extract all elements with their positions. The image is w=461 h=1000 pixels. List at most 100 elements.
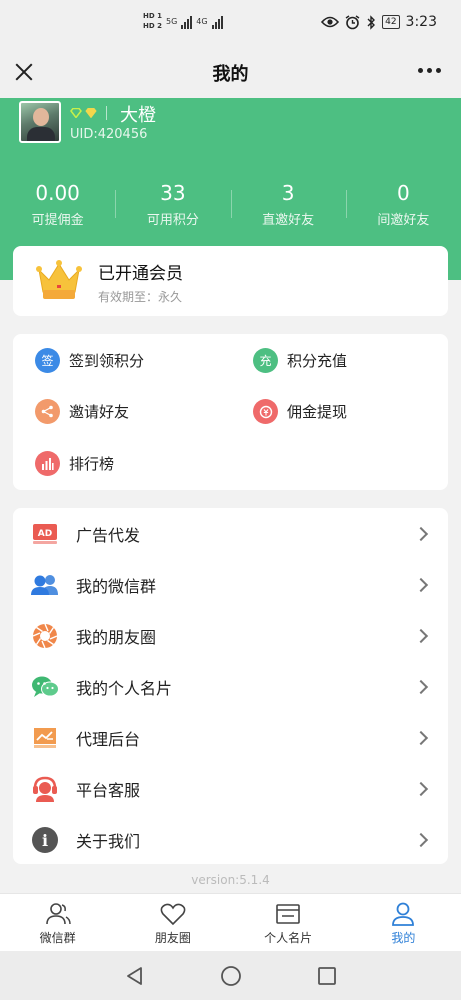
menu-label: 我的朋友圈 [76,627,157,647]
home-icon[interactable] [220,965,242,987]
chevron-right-icon [413,781,429,796]
group-tab-icon [45,903,71,925]
menu-item-moments[interactable]: 我的朋友圈 [13,610,448,661]
tab-label: 微信群 [39,931,76,945]
chevron-right-icon [413,730,429,745]
chevron-right-icon [413,577,429,592]
eye-icon [321,16,340,28]
feature-label: 邀请好友 [69,403,130,421]
version-label: version:5.1.4 [191,873,270,887]
tab-label: 我的 [391,931,416,945]
customer-service-icon [31,775,59,803]
title-bar: 我的 [0,48,461,98]
bluetooth-icon [367,14,376,30]
chevron-right-icon [413,526,429,541]
stat-label: 可用积分 [146,213,199,228]
signal-indicators: HD 1 HD 2 5G 4G [143,12,223,31]
agent-dashboard-icon [31,724,59,752]
diamond-icon [85,108,97,118]
chevron-right-icon [413,628,429,643]
wechat-card-icon [31,673,59,701]
tab-mine[interactable]: 我的 [346,894,461,951]
menu-label: 我的微信群 [76,576,157,596]
feature-label: 排行榜 [69,455,115,473]
feature-invite[interactable]: 邀请好友 [35,399,129,424]
feature-ranking[interactable]: 排行榜 [35,451,114,476]
network-type-2: 4G [196,17,208,26]
clock: 3:23 [405,14,437,30]
diamond-icon [70,108,82,118]
menu-label: 我的个人名片 [76,678,173,698]
stats-row: 0.00 可提佣金 33 可用积分 3 直邀好友 0 间邀好友 [0,180,461,228]
avatar[interactable] [19,101,61,143]
status-bar: HD 1 HD 2 5G 4G 42 3:23 [0,0,461,48]
stat-label: 直邀好友 [262,213,315,228]
feature-label: 签到领积分 [69,352,145,370]
chevron-right-icon [413,679,429,694]
moments-icon [31,622,59,650]
signal-icon [181,15,193,29]
ad-badge-text: AD [38,529,52,539]
status-right: 42 3:23 [321,14,437,30]
stat-indirect-invites[interactable]: 0 间邀好友 [345,180,461,228]
heart-tab-icon [160,903,186,926]
divider [106,106,107,120]
menu-item-agent-dashboard[interactable]: 代理后台 [13,712,448,763]
tab-bar: 微信群 朋友圈 个人名片 我的 [0,893,461,951]
stat-value: 3 [281,181,295,205]
menu-item-customer-service[interactable]: 平台客服 [13,763,448,814]
tab-wechat-groups[interactable]: 微信群 [0,894,115,951]
nickname: 大橙 [120,105,156,126]
ranking-icon [35,451,60,476]
menu-item-wechat-groups[interactable]: 我的微信群 [13,559,448,610]
withdraw-icon [253,399,278,424]
page-title: 我的 [212,64,249,85]
hd-label-1: HD 1 [143,12,162,20]
stat-direct-invites[interactable]: 3 直邀好友 [230,180,346,228]
stat-value: 0.00 [35,181,80,205]
vip-expiry: 有效期至：永久 [98,290,183,304]
sign-in-icon: 签 [35,348,60,373]
card-tab-icon [276,904,300,924]
stat-points[interactable]: 33 可用积分 [115,180,230,228]
member-badges [70,106,107,120]
ad-icon: AD [31,520,59,548]
hd-labels: HD 1 HD 2 [143,12,162,31]
feature-label: 佣金提现 [287,403,348,421]
battery-icon: 42 [382,15,400,29]
feature-withdraw[interactable]: 佣金提现 [253,399,347,424]
system-nav-bar [0,951,461,1000]
stat-value: 33 [160,181,186,205]
feature-grid: 签 签到领积分 充 积分充值 邀请好友 佣金提现 排行榜 [13,334,448,490]
chevron-right-icon [413,832,429,847]
menu-item-ad[interactable]: AD 广告代发 [13,508,448,559]
feature-sign-in[interactable]: 签 签到领积分 [35,348,144,373]
feature-recharge[interactable]: 充 积分充值 [253,348,347,373]
stat-label: 可提佣金 [31,213,84,228]
menu-label: 广告代发 [76,525,141,545]
wechat-group-icon [31,571,59,599]
tab-label: 朋友圈 [154,931,191,945]
back-icon[interactable] [124,965,146,987]
tab-business-card[interactable]: 个人名片 [231,894,346,951]
user-tab-icon [392,902,415,926]
more-options-icon[interactable] [418,68,441,73]
signal-icon-2 [211,15,223,29]
menu-label: 关于我们 [76,831,141,851]
menu-list: AD 广告代发 我的微信群 我的朋友圈 我的个人名片 代理后台 平台客服 i 关… [13,508,448,864]
vip-status: 已开通会员 [98,264,183,284]
share-icon [35,399,60,424]
about-icon: i [31,826,59,854]
network-type-1: 5G [165,17,178,26]
alarm-icon [345,14,360,29]
stat-label: 间邀好友 [377,213,430,228]
vip-card[interactable]: 已开通会员 有效期至：永久 [13,246,448,316]
menu-item-about[interactable]: i 关于我们 [13,814,448,865]
about-glyph: i [42,831,48,850]
recents-icon[interactable] [316,965,338,987]
stat-commission[interactable]: 0.00 可提佣金 [0,180,115,228]
feature-label: 积分充值 [287,352,348,370]
tab-moments[interactable]: 朋友圈 [115,894,230,951]
menu-item-business-card[interactable]: 我的个人名片 [13,661,448,712]
user-id: UID:420456 [70,127,148,142]
